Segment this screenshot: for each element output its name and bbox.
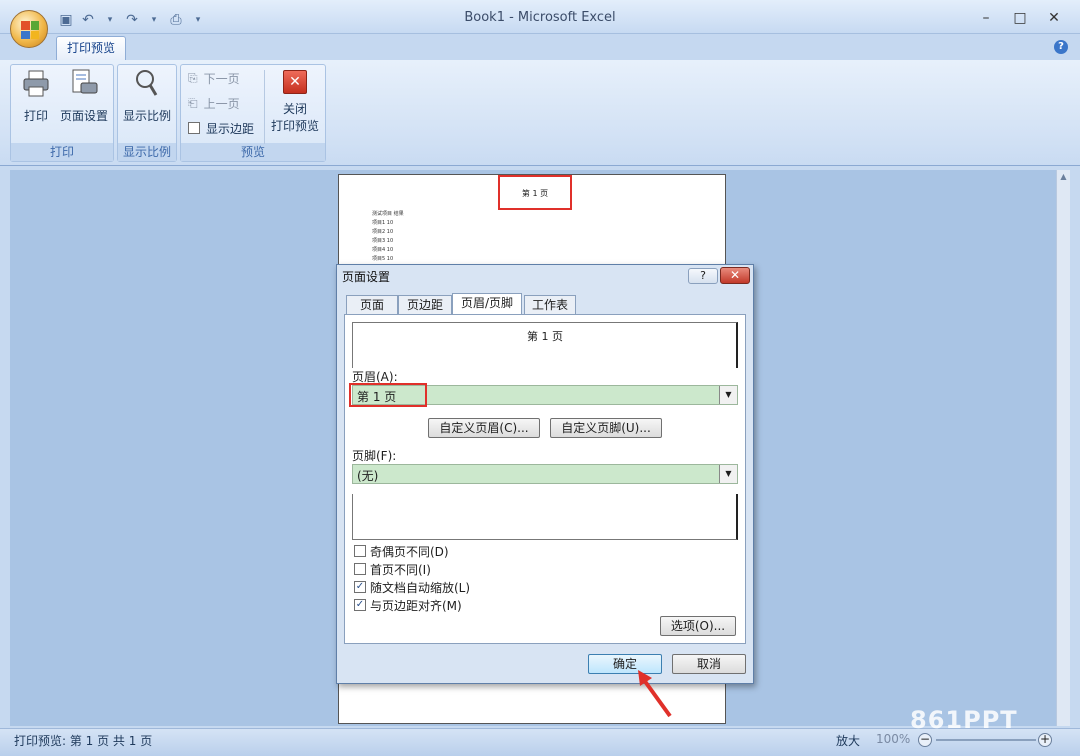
align-with-margins-checkbox[interactable]: ✓ 与页边距对齐(M) [354,597,462,613]
minimize-button[interactable]: – [974,8,998,28]
printer-icon [23,70,49,97]
zoom-level: 100% [876,732,911,746]
show-margins-check-icon [188,122,200,134]
tab-print-preview[interactable]: 打印预览 [56,36,126,60]
checkbox-icon [354,545,366,557]
scroll-up-icon[interactable]: ▲ [1057,172,1070,181]
vertical-scrollbar[interactable]: ▲ [1056,170,1070,726]
show-margins-label: 显示边距 [206,121,255,136]
next-page-icon: ⎘ [188,70,198,85]
preview-group-label: 预览 [181,143,325,161]
next-page-button[interactable]: ⎘ 下一页 [188,68,240,88]
print-group-label: 打印 [11,143,113,161]
tab-margins[interactable]: 页边距 [398,295,452,315]
sheet-row: 测试项目 结果 [372,211,404,217]
zoom-out-icon[interactable]: − [918,733,932,747]
sheet-row: 项目4 10 [372,247,394,253]
dropdown-arrow-icon[interactable]: ▼ [719,386,737,404]
checkbox-icon [354,563,366,575]
footer-select-value: (无) [357,469,379,483]
checkmark-icon: ✓ [354,599,366,611]
previous-page-label: 上一页 [203,96,240,111]
zoom-button[interactable]: 显示比例 [120,68,174,124]
different-odd-even-checkbox[interactable]: 奇偶页不同(D) [354,543,449,559]
close-print-preview-button[interactable]: ✕ 关闭 打印预览 [268,70,322,134]
scale-with-document-checkbox[interactable]: ✓ 随文档自动缩放(L) [354,579,470,595]
close-preview-icon: ✕ [283,70,307,94]
custom-footer-button[interactable]: 自定义页脚(U)... [550,418,662,438]
sheet-row: 项目3 10 [372,238,394,244]
next-page-label: 下一页 [203,71,240,86]
options-button[interactable]: 选项(O)... [660,616,736,636]
ribbon-tab-strip [0,34,1080,60]
print-button[interactable]: 打印 [16,68,56,124]
close-preview-label-2: 打印预览 [270,119,319,133]
previous-page-button[interactable]: ⎗ 上一页 [188,93,240,113]
footer-field-label: 页脚(F): [352,449,397,463]
page-setup-icon [72,69,98,94]
custom-header-button[interactable]: 自定义页眉(C)... [428,418,540,438]
print-button-label: 打印 [23,109,48,123]
show-margins-checkbox[interactable]: 显示边距 [188,118,254,138]
zoom-in-icon[interactable]: + [1038,733,1052,747]
tab-header-footer[interactable]: 页眉/页脚 [452,293,522,315]
cancel-button[interactable]: 取消 [672,654,746,674]
zoom-in-label[interactable]: 放大 [836,732,860,749]
magnifier-icon [136,70,158,96]
office-button[interactable] [10,10,48,48]
window-title: Book1 - Microsoft Excel [464,10,616,25]
footer-preview-box [352,494,738,540]
previous-page-icon: ⎗ [188,95,198,110]
close-preview-label-1: 关闭 [282,102,307,116]
checkbox-label: 与页边距对齐(M) [370,598,462,613]
status-text: 打印预览: 第 1 页 共 1 页 [14,734,153,748]
page-setup-button-label: 页面设置 [59,109,108,123]
sheet-row: 项目1 10 [372,220,394,226]
different-first-page-checkbox[interactable]: 首页不同(I) [354,561,431,577]
checkbox-label: 奇偶页不同(D) [370,544,449,559]
checkmark-icon: ✓ [354,581,366,593]
annotation-arrow-icon [638,670,672,718]
dialog-title: 页面设置 [342,270,391,284]
sheet-row: 项目2 10 [372,229,394,235]
tab-page[interactable]: 页面 [346,295,398,315]
zoom-button-label: 显示比例 [122,109,171,123]
sheet-row: 项目5 10 [372,256,394,262]
watermark: 861PPT [910,706,1018,734]
close-window-button[interactable]: ✕ [1042,8,1066,28]
dropdown-arrow-icon[interactable]: ▼ [719,465,737,483]
office-logo-icon [21,21,39,39]
help-icon[interactable]: ? [1054,40,1068,54]
group-separator [264,70,265,144]
header-highlight-box [498,175,572,210]
zoom-group-label: 显示比例 [118,143,176,161]
header-preview-text: 第 1 页 [527,330,563,343]
tab-sheet[interactable]: 工作表 [524,295,576,315]
footer-select[interactable]: (无) ▼ [352,464,738,484]
zoom-slider[interactable] [936,739,1036,741]
dialog-help-button[interactable]: ? [688,268,718,284]
page-setup-button[interactable]: 页面设置 [58,68,110,124]
header-value-highlight-box [349,383,427,407]
maximize-button[interactable]: □ [1008,8,1032,28]
checkbox-label: 首页不同(I) [370,562,431,577]
checkbox-label: 随文档自动缩放(L) [370,580,471,595]
dialog-close-button[interactable]: ✕ [720,267,750,284]
